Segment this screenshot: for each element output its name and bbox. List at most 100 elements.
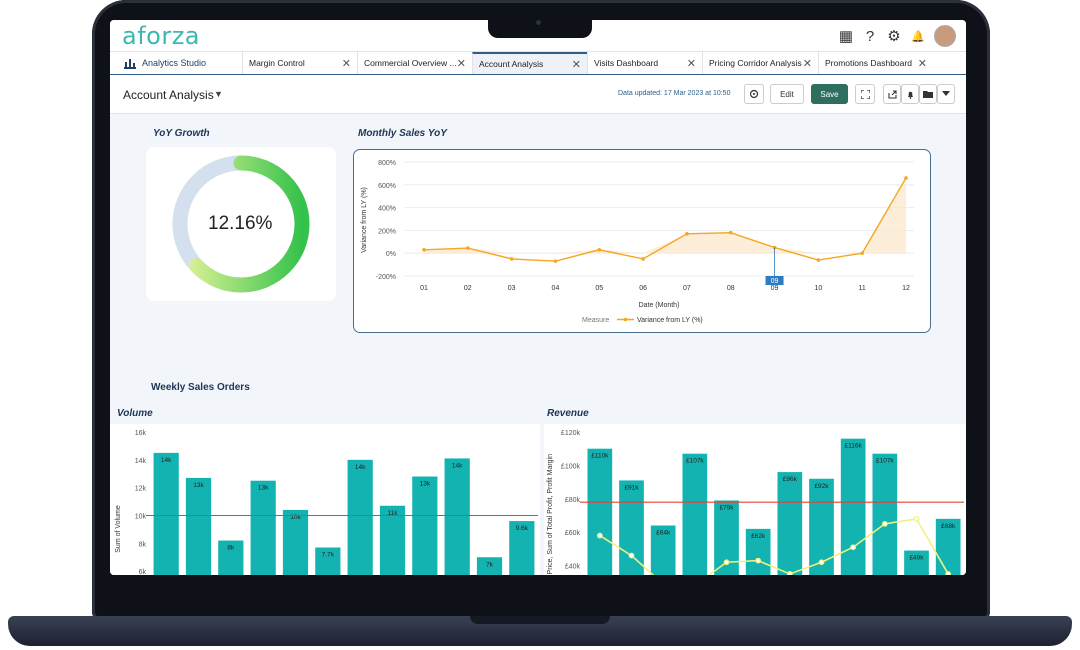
- bar: [444, 458, 470, 575]
- margin-point: [913, 515, 920, 522]
- x-tick-label: 05: [595, 285, 603, 292]
- bar: [412, 476, 438, 575]
- y-tick-label: 16k: [135, 430, 147, 437]
- data-point: [466, 246, 470, 250]
- bell-icon: [907, 91, 913, 99]
- tab-margin-control[interactable]: Margin Control ✕: [242, 52, 357, 74]
- data-label: 13k: [258, 485, 269, 492]
- y-tick-label: 14k: [135, 458, 147, 465]
- tab-bar: Analytics Studio Margin Control ✕ Commerc…: [110, 51, 966, 76]
- share-button[interactable]: [883, 84, 901, 104]
- data-point: [816, 258, 821, 262]
- data-label: 14k: [161, 457, 172, 464]
- volume-title: Volume: [117, 408, 153, 419]
- y-tick-label: 6k: [139, 569, 147, 575]
- bar: [682, 453, 708, 575]
- settings-icon[interactable]: ⚙: [886, 27, 902, 45]
- y-tick-label: 800%: [378, 160, 396, 167]
- tab-analytics-studio[interactable]: Analytics Studio: [110, 52, 242, 74]
- bell-icon[interactable]: 🔔: [910, 30, 926, 43]
- close-icon[interactable]: ✕: [457, 57, 466, 70]
- data-label: £92k: [814, 483, 829, 490]
- monthly-line-chart: 800% 600% 400% 200% 0% -200% Variance from LY …: [361, 160, 914, 324]
- tab-label: Margin Control: [249, 58, 305, 68]
- alerts-button[interactable]: [901, 84, 919, 104]
- y-tick-label: £40k: [565, 564, 581, 571]
- margin-point: [628, 552, 635, 559]
- y-axis-label: Variance from LY (%): [361, 187, 368, 253]
- bar: [619, 480, 644, 575]
- data-label: £107k: [686, 458, 704, 465]
- data-label: 13k: [420, 481, 431, 488]
- x-tick-label: 10: [814, 285, 822, 292]
- data-label: 14k: [355, 464, 366, 471]
- bar: [587, 448, 613, 575]
- data-point: [422, 247, 426, 252]
- fullscreen-button[interactable]: [855, 84, 875, 104]
- data-point: [509, 257, 514, 261]
- dashboard-content: YoY Growth 12.16% Monthly Sales YoY 800%…: [110, 114, 966, 575]
- monthly-chart-card: 800% 600% 400% 200% 0% -200% Variance from LY …: [353, 149, 931, 333]
- y-tick-label: -200%: [376, 274, 396, 281]
- y-tick-label: 400%: [378, 206, 396, 213]
- data-point: [904, 176, 908, 180]
- margin-point: [786, 571, 793, 575]
- avatar[interactable]: [934, 25, 956, 47]
- share-icon: [887, 89, 897, 99]
- page-title: Account Analysis: [123, 88, 214, 102]
- bar: [840, 438, 866, 575]
- margin-point: [755, 557, 762, 564]
- data-point: [728, 230, 733, 235]
- close-icon[interactable]: ✕: [687, 57, 696, 70]
- bar: [250, 480, 276, 575]
- bar-chart-icon: [124, 58, 136, 69]
- y-tick-label: 8k: [139, 541, 147, 548]
- close-icon[interactable]: ✕: [918, 57, 927, 70]
- edit-button[interactable]: Edit: [770, 84, 804, 104]
- tab-promotions-dashboard[interactable]: Promotions Dashboard ✕: [818, 52, 933, 74]
- expand-icon: [860, 89, 870, 99]
- y-tick-label: £80k: [565, 497, 581, 504]
- refresh-button[interactable]: [744, 84, 764, 104]
- close-icon[interactable]: ✕: [803, 57, 812, 70]
- bar: [777, 472, 803, 575]
- close-icon[interactable]: ✕: [342, 57, 351, 70]
- x-tick-label: 03: [508, 285, 516, 292]
- tab-commercial-overview[interactable]: Commercial Overview ... ✕: [357, 52, 472, 74]
- tab-visits-dashboard[interactable]: Visits Dashboard ✕: [587, 52, 702, 74]
- folder-icon: [923, 91, 933, 98]
- save-button[interactable]: Save: [811, 84, 848, 104]
- folder-button[interactable]: [919, 84, 937, 104]
- camera-icon: [536, 20, 541, 25]
- yoy-card: 12.16%: [146, 147, 336, 301]
- data-label: £107k: [876, 458, 894, 465]
- x-tick-label: 06: [639, 285, 647, 292]
- data-label: 9.6k: [516, 525, 529, 532]
- x-tick-label: 07: [683, 285, 691, 292]
- yoy-value: 12.16%: [208, 213, 273, 234]
- data-label: 8k: [227, 545, 235, 552]
- tab-label: Pricing Corridor Analysis: [709, 58, 802, 68]
- tab-account-analysis[interactable]: Account Analysis ✕: [472, 52, 587, 74]
- more-button[interactable]: [937, 84, 955, 104]
- data-label: £110k: [591, 453, 609, 460]
- data-label: £96k: [783, 476, 798, 483]
- marker-label: 09: [771, 278, 779, 285]
- y-tick-label: 10k: [135, 514, 147, 521]
- data-label: £64k: [656, 530, 671, 537]
- tab-label: Commercial Overview ...: [364, 58, 457, 68]
- x-tick-label: 09: [771, 285, 779, 292]
- close-icon[interactable]: ✕: [572, 58, 581, 71]
- area-fill: [424, 177, 906, 254]
- chevron-down-icon[interactable]: ▼: [214, 89, 223, 99]
- monthly-title: Monthly Sales YoY: [358, 128, 447, 139]
- bar: [347, 459, 373, 575]
- tab-pricing-corridor[interactable]: Pricing Corridor Analysis ✕: [702, 52, 818, 74]
- tab-home-label: Analytics Studio: [142, 58, 207, 68]
- revenue-bar-chart: £120k £100k £80k £60k £40k Total List Price, …: [547, 430, 964, 575]
- help-icon[interactable]: ?: [862, 28, 878, 45]
- y-tick-label: 600%: [378, 183, 396, 190]
- apps-grid-icon[interactable]: ▦: [838, 27, 854, 45]
- top-icons: ▦ ? ⚙ 🔔: [838, 25, 956, 47]
- app-logo[interactable]: aforza: [122, 22, 200, 50]
